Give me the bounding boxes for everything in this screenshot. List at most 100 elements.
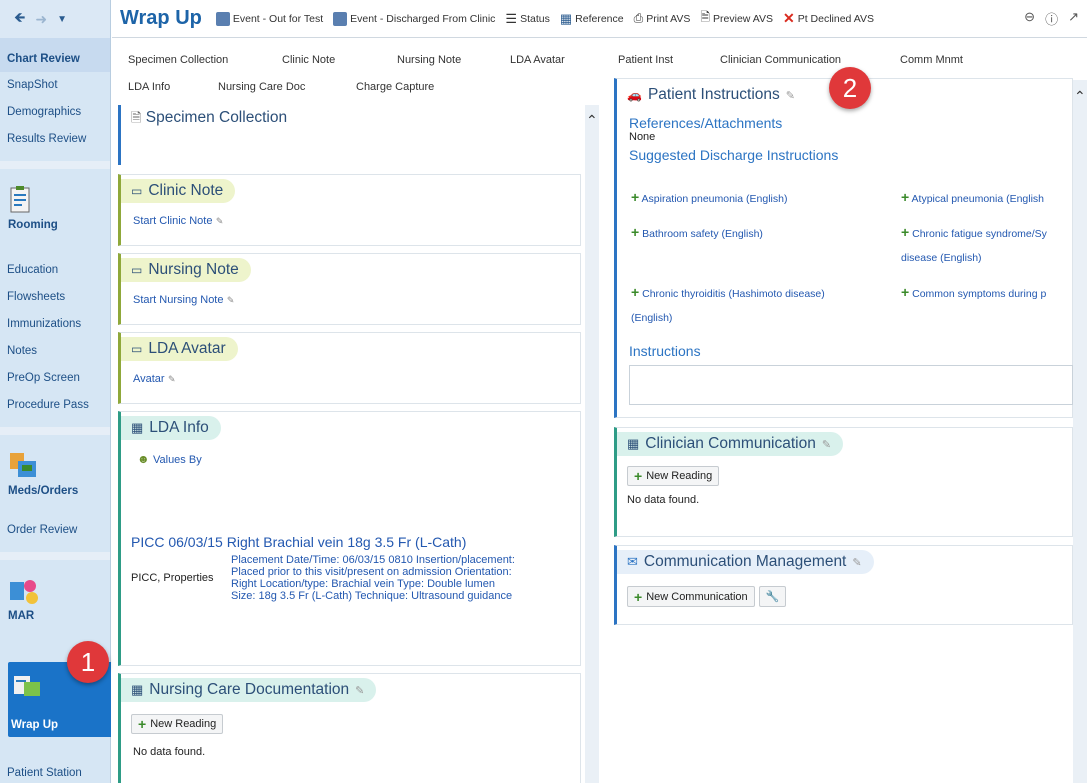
expand-icon[interactable]: ↗ [1068, 9, 1079, 28]
annotation-badge-2: 2 [829, 67, 871, 109]
wrench-icon: 🔧 [765, 591, 780, 603]
rail-item-results-review[interactable]: Results Review [0, 126, 110, 153]
instruction-continued[interactable]: disease (English) [901, 250, 982, 266]
tab-nursing-care-doc[interactable]: Nursing Care Doc [218, 81, 356, 93]
reference-label: Reference [575, 12, 624, 25]
grid-icon: ▦ [559, 10, 573, 26]
clinic-note-title: Clinic Note [148, 182, 224, 199]
instruction-item[interactable]: + Atypical pneumonia (English [901, 190, 1044, 207]
tab-patient-inst[interactable]: Patient Inst [618, 54, 720, 66]
rail-item-snapshot[interactable]: SnapShot [0, 72, 110, 99]
left-scrollbar[interactable] [585, 105, 599, 783]
back-arrow-icon[interactable]: 🡸 [14, 7, 25, 31]
pencil-icon[interactable]: ✎ [822, 438, 831, 451]
nursing-note-header: ▭ Nursing Note [121, 258, 251, 282]
instruction-item[interactable]: + Aspiration pneumonia (English) [631, 190, 787, 207]
picc-title-link[interactable]: PICC 06/03/15 Right Brachial vein 18g 3.… [131, 534, 571, 550]
avatar-link[interactable]: Avatar [133, 373, 165, 385]
rail-activity-rooming[interactable]: Rooming [0, 177, 110, 257]
pencil-icon[interactable]: ✎ [786, 89, 795, 102]
reference-button[interactable]: ▦ Reference [560, 11, 624, 27]
car-icon: 🚗 [627, 88, 642, 102]
collapse-up-icon[interactable]: ⌃ [1074, 88, 1086, 105]
instruction-item[interactable]: + Chronic fatigue syndrome/Sy [901, 225, 1071, 242]
suggested-discharge-heading: Suggested Discharge Instructions [629, 147, 839, 163]
wrench-button[interactable]: 🔧 [758, 586, 787, 607]
instruction-label: Chronic thyroiditis (Hashimoto disease) [642, 288, 825, 300]
rail-item-flowsheets[interactable]: Flowsheets [0, 284, 110, 311]
rail-separator [0, 161, 110, 169]
instruction-label: Common symptoms during p [912, 288, 1047, 300]
event-discharged-button[interactable]: Event - Discharged From Clinic [333, 11, 495, 26]
instruction-item[interactable]: + Common symptoms during p [901, 284, 1047, 302]
rail-item-notes[interactable]: Notes [0, 338, 110, 365]
rail-item-education[interactable]: Education [0, 257, 110, 284]
tab-specimen-collection[interactable]: Specimen Collection [128, 54, 282, 66]
nursing-note-section: ▭ Nursing Note Start Nursing Note ✎ [118, 253, 581, 325]
plus-icon: + [634, 468, 643, 484]
preview-avs-button[interactable]: 🗎 Preview AVS [700, 8, 773, 29]
nursing-note-title: Nursing Note [148, 261, 239, 278]
event-out-for-test-button[interactable]: Event - Out for Test [215, 11, 323, 26]
new-reading-label: New Reading [150, 718, 217, 730]
start-nursing-note-link[interactable]: Start Nursing Note [133, 294, 223, 306]
left-tab-row-1: Specimen Collection Clinic Note Nursing … [128, 54, 565, 66]
left-tab-row-2: LDA Info Nursing Care Doc Charge Capture [128, 81, 434, 93]
status-button[interactable]: ☰ Status [505, 11, 549, 27]
pencil-icon[interactable]: ✎ [355, 684, 364, 697]
instruction-item[interactable]: + Chronic thyroiditis (Hashimoto disease… [631, 285, 825, 302]
instruction-continued[interactable]: (English) [631, 310, 672, 326]
new-reading-button[interactable]: + New Reading [131, 714, 224, 734]
print-avs-button[interactable]: ⎙ Print AVS [634, 11, 691, 26]
patient-instructions-section: 🚗 Patient Instructions ✎ References/Attach… [614, 78, 1073, 418]
tab-lda-info[interactable]: LDA Info [128, 81, 218, 93]
printer-icon: ⎙ [633, 11, 644, 25]
no-data-text: No data found. [133, 746, 206, 758]
instructions-textarea[interactable] [629, 365, 1073, 405]
mar-icon [8, 576, 38, 606]
tab-charge-capture[interactable]: Charge Capture [356, 81, 434, 93]
instruction-item[interactable]: + Bathroom safety (English) [631, 225, 763, 242]
tab-comm-mnmt[interactable]: Comm Mnmt [900, 54, 963, 66]
new-reading-button[interactable]: + New Reading [627, 466, 720, 486]
rail-item-procedure-pass[interactable]: Procedure Pass [0, 392, 110, 419]
tab-clinic-note[interactable]: Clinic Note [282, 54, 397, 66]
activity-toolbar: Wrap Up Event - Out for Test Event - Dis… [112, 0, 1087, 38]
rail-item-patient-station[interactable]: Patient Station [0, 760, 89, 783]
clinic-note-header: ▭ Clinic Note [121, 179, 236, 203]
tab-nursing-note[interactable]: Nursing Note [397, 54, 510, 66]
rail-item-chart-review[interactable]: Chart Review [0, 38, 110, 72]
grid-icon: ▦ [627, 436, 640, 451]
tab-clinician-communication[interactable]: Clinician Communication [720, 54, 900, 66]
print-avs-label: Print AVS [646, 12, 691, 25]
pencil-icon: ✎ [167, 374, 176, 384]
lda-avatar-title: LDA Avatar [148, 340, 226, 357]
rail-label-meds-orders: Meds/Orders [8, 485, 79, 497]
document-icon: 🗎 [131, 110, 142, 125]
pt-declined-avs-button[interactable]: ✕ Pt Declined AVS [783, 10, 874, 27]
forward-arrow-icon[interactable]: ➜ [35, 11, 47, 28]
rail-item-immunizations[interactable]: Immunizations [0, 311, 110, 338]
plus-icon: + [138, 716, 147, 732]
tab-lda-avatar[interactable]: LDA Avatar [510, 54, 565, 66]
plus-icon: + [901, 284, 910, 300]
rail-item-order-review[interactable]: Order Review [0, 517, 110, 544]
rail-item-demographics[interactable]: Demographics [0, 99, 110, 126]
right-scrollbar[interactable] [1073, 80, 1087, 783]
instruction-label: Bathroom safety (English) [642, 228, 763, 240]
rail-activity-meds-orders[interactable]: Meds/Orders [0, 443, 110, 517]
rail-label-mar: MAR [8, 610, 35, 622]
rail-activity-mar[interactable]: MAR [0, 568, 110, 648]
collapse-up-icon[interactable]: ⌃ [586, 112, 598, 129]
pencil-icon: ✎ [215, 216, 224, 226]
pencil-icon: ✎ [226, 295, 235, 305]
dropdown-chevron-icon[interactable]: ▼ [57, 14, 67, 25]
help-icon[interactable]: ⓘ [1045, 9, 1058, 28]
rail-item-preop-screen[interactable]: PreOp Screen [0, 365, 110, 392]
right-tab-row: Patient Inst Clinician Communication Com… [618, 54, 963, 66]
start-clinic-note-link[interactable]: Start Clinic Note [133, 215, 212, 227]
new-communication-button[interactable]: + New Communication [627, 586, 755, 607]
minimize-icon[interactable]: ⊖ [1024, 9, 1035, 28]
pencil-icon[interactable]: ✎ [852, 556, 861, 569]
values-by-link[interactable]: Values By [153, 454, 202, 466]
